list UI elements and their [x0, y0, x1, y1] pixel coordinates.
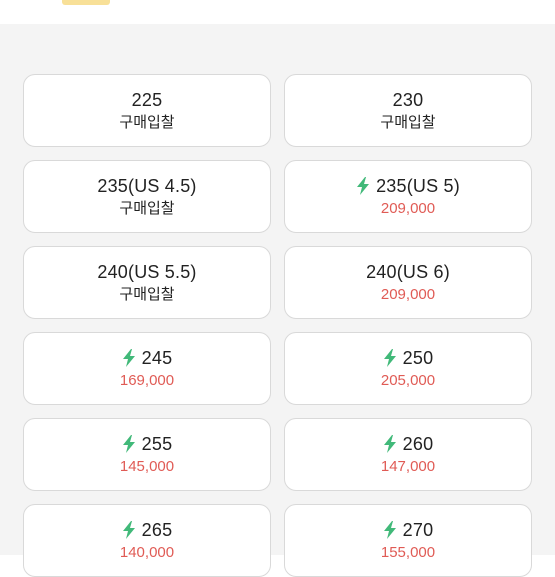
price-label: 205,000: [380, 371, 436, 389]
buy-bid-label: 구매입찰: [119, 199, 175, 217]
price-label: 147,000: [380, 457, 436, 475]
size-label-row: 235(US 5): [356, 175, 460, 197]
size-option-235-us-4-5[interactable]: 235(US 4.5) 구매입찰: [23, 160, 271, 233]
size-label-row: 230: [393, 89, 424, 111]
size-label: 235(US 4.5): [97, 175, 197, 196]
size-label: 240(US 5.5): [97, 261, 197, 282]
buy-bid-label: 구매입찰: [380, 113, 436, 131]
top-strip: [0, 0, 555, 24]
size-label-row: 255: [122, 433, 173, 455]
size-label-row: 265: [122, 519, 173, 541]
size-option-225[interactable]: 225 구매입찰: [23, 74, 271, 147]
price-label: 140,000: [119, 543, 175, 561]
size-label: 270: [402, 519, 434, 540]
size-label: 230: [392, 89, 424, 110]
size-label: 245: [141, 347, 173, 368]
size-label: 240(US 6): [366, 261, 450, 282]
size-label: 255: [141, 433, 173, 454]
size-label: 225: [131, 89, 163, 110]
price-label: 209,000: [380, 199, 436, 217]
size-option-270[interactable]: 270 155,000: [284, 504, 532, 577]
size-option-265[interactable]: 265 140,000: [23, 504, 271, 577]
size-label-row: 240(US 6): [366, 261, 450, 283]
price-label: 169,000: [119, 371, 175, 389]
size-option-240-us-6[interactable]: 240(US 6) 209,000: [284, 246, 532, 319]
lightning-bolt-icon: [383, 434, 396, 453]
lightning-bolt-icon: [383, 520, 396, 539]
lightning-bolt-icon: [122, 434, 135, 453]
size-label: 235(US 5): [376, 175, 460, 196]
size-option-245[interactable]: 245 169,000: [23, 332, 271, 405]
size-label: 260: [402, 433, 434, 454]
buy-bid-label: 구매입찰: [119, 113, 175, 131]
size-option-250[interactable]: 250 205,000: [284, 332, 532, 405]
size-label-row: 260: [383, 433, 434, 455]
size-label-row: 250: [383, 347, 434, 369]
size-label-row: 240(US 5.5): [97, 261, 196, 283]
lightning-bolt-icon: [122, 348, 135, 367]
size-label-row: 225: [132, 89, 163, 111]
size-option-255[interactable]: 255 145,000: [23, 418, 271, 491]
size-option-230[interactable]: 230 구매입찰: [284, 74, 532, 147]
size-label-row: 235(US 4.5): [97, 175, 196, 197]
size-label: 265: [141, 519, 173, 540]
size-option-240-us-5-5[interactable]: 240(US 5.5) 구매입찰: [23, 246, 271, 319]
size-grid: 225 구매입찰 230 구매입찰 235(US 4.5) 구매입찰 235(U…: [23, 74, 532, 577]
lightning-bolt-icon: [122, 520, 135, 539]
price-label: 155,000: [380, 543, 436, 561]
lightning-bolt-icon: [383, 348, 396, 367]
size-label-row: 270: [383, 519, 434, 541]
size-label: 250: [402, 347, 434, 368]
price-label: 145,000: [119, 457, 175, 475]
size-option-235-us-5[interactable]: 235(US 5) 209,000: [284, 160, 532, 233]
lightning-bolt-icon: [357, 176, 370, 195]
accent-bar: [62, 0, 110, 5]
size-option-260[interactable]: 260 147,000: [284, 418, 532, 491]
buy-bid-label: 구매입찰: [119, 285, 175, 303]
price-label: 209,000: [380, 285, 436, 303]
size-label-row: 245: [122, 347, 173, 369]
